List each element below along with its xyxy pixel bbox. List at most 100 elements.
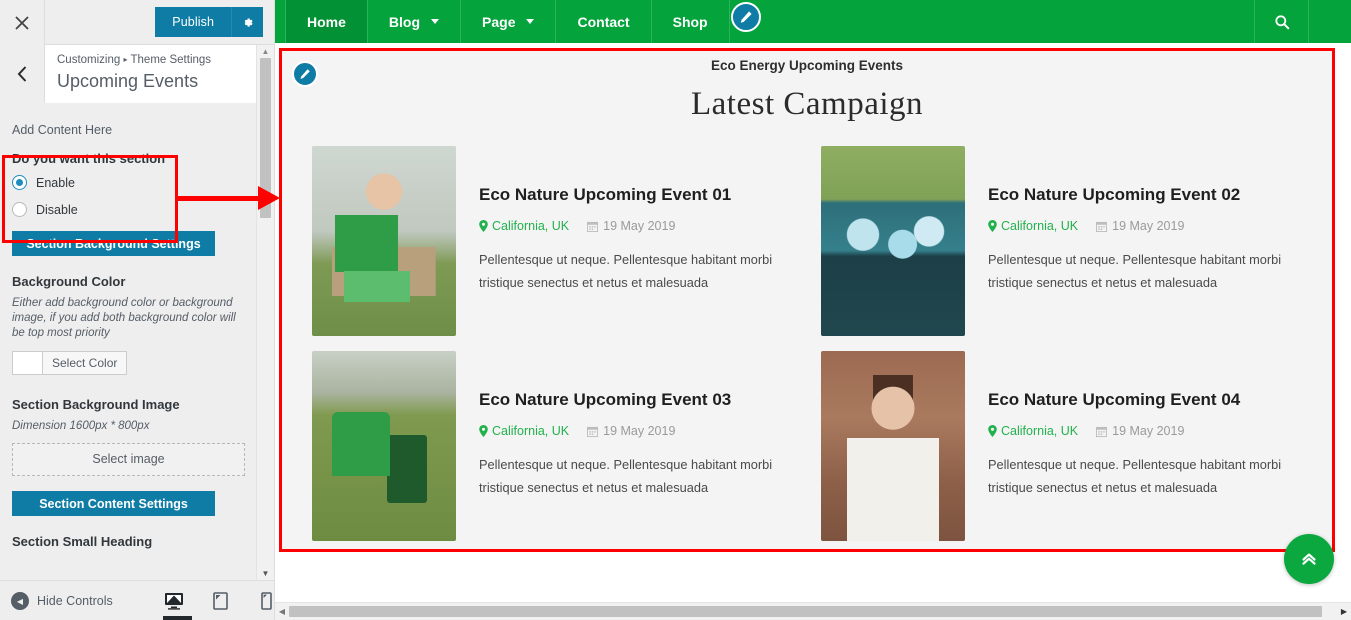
gear-icon[interactable]	[231, 7, 263, 37]
nav-item-contact[interactable]: Contact	[556, 0, 652, 43]
event-meta: California, UK 19 May 2019	[988, 424, 1302, 438]
scroll-up-icon[interactable]: ▲	[257, 45, 274, 58]
customizer-topbar: Publish	[0, 0, 274, 45]
event-card[interactable]: Eco Nature Upcoming Event 02 California,…	[821, 146, 1302, 336]
publish-group: Publish	[155, 7, 263, 37]
close-icon[interactable]	[0, 0, 45, 45]
event-title[interactable]: Eco Nature Upcoming Event 03	[479, 389, 793, 411]
section-small-heading: Eco Energy Upcoming Events	[710, 58, 904, 73]
customizer-panel: Publish Customizing ▸ Theme Settings Upc…	[0, 0, 275, 620]
desktop-icon[interactable]	[160, 587, 188, 615]
event-date: 19 May 2019	[587, 219, 675, 233]
scroll-down-icon[interactable]: ▼	[257, 567, 274, 580]
nav-item-page[interactable]: Page	[461, 0, 557, 43]
map-pin-icon	[988, 220, 997, 232]
calendar-icon	[1096, 221, 1108, 232]
nav-item-blog[interactable]: Blog	[368, 0, 462, 43]
background-image-dimension-note: Dimension 1600px * 800px	[12, 420, 150, 432]
customizer-section-header: Customizing ▸ Theme Settings Upcoming Ev…	[0, 45, 274, 103]
event-title[interactable]: Eco Nature Upcoming Event 04	[988, 389, 1302, 411]
breadcrumb-parent[interactable]: Theme Settings	[131, 54, 212, 66]
scroll-left-icon[interactable]: ◀	[275, 607, 289, 616]
site-preview: Home Blog Page Contact Shop Eco Energy U…	[275, 0, 1351, 620]
double-chevron-up-icon[interactable]	[1284, 534, 1334, 584]
search-icon[interactable]	[1254, 0, 1309, 43]
event-body: Eco Nature Upcoming Event 03 California,…	[479, 351, 793, 541]
radio-disable-label: Disable	[36, 202, 78, 217]
background-image-heading: Section Background Image	[12, 397, 180, 412]
hide-controls-button[interactable]: ◀ Hide Controls	[11, 592, 113, 610]
device-preview-switcher	[160, 587, 274, 615]
nav-left-spacer	[275, 0, 285, 43]
event-location: California, UK	[988, 219, 1078, 233]
pencil-edit-icon[interactable]	[731, 2, 761, 32]
radio-disable-indicator[interactable]	[12, 202, 27, 217]
event-card[interactable]: Eco Nature Upcoming Event 01 California,…	[312, 146, 793, 336]
section-toggle-field: Do you want this section Enable Disable	[0, 151, 257, 217]
select-color-button[interactable]: Select Color	[12, 351, 128, 375]
nav-item-home[interactable]: Home	[285, 0, 368, 43]
event-date-label: 19 May 2019	[603, 219, 676, 233]
tablet-icon[interactable]	[206, 587, 234, 615]
calendar-icon	[587, 221, 599, 232]
event-title[interactable]: Eco Nature Upcoming Event 02	[988, 184, 1302, 206]
upcoming-events-section: Eco Energy Upcoming Events Latest Campai…	[279, 48, 1335, 552]
nav-item-shop-label: Shop	[672, 13, 708, 30]
event-location-label: California, UK	[492, 219, 570, 233]
nav-item-page-label: Page	[482, 13, 516, 30]
event-location: California, UK	[988, 424, 1078, 438]
events-grid: Eco Nature Upcoming Event 01 California,…	[282, 123, 1332, 541]
event-image	[821, 351, 965, 541]
event-excerpt: Pellentesque ut neque. Pellentesque habi…	[479, 252, 773, 290]
panel-title-box: Customizing ▸ Theme Settings Upcoming Ev…	[45, 45, 257, 103]
event-meta: California, UK 19 May 2019	[479, 219, 793, 233]
event-date: 19 May 2019	[1096, 424, 1184, 438]
event-date: 19 May 2019	[1096, 219, 1184, 233]
customizer-scrollbar[interactable]: ▲ ▼	[256, 45, 274, 580]
radio-enable-indicator[interactable]	[12, 175, 27, 190]
event-date-label: 19 May 2019	[603, 424, 676, 438]
chevron-down-icon	[526, 19, 535, 24]
scroll-right-icon[interactable]: ▶	[1337, 607, 1351, 616]
scrollbar-thumb[interactable]	[260, 58, 271, 218]
hide-controls-label: Hide Controls	[37, 594, 113, 608]
customizer-footer: ◀ Hide Controls	[0, 580, 274, 620]
pencil-edit-icon[interactable]	[292, 61, 318, 87]
map-pin-icon	[988, 425, 997, 437]
nav-item-shop[interactable]: Shop	[652, 0, 730, 43]
nav-item-blog-label: Blog	[388, 13, 421, 30]
event-date-label: 19 May 2019	[1112, 424, 1185, 438]
event-date: 19 May 2019	[587, 424, 675, 438]
event-excerpt: Pellentesque ut neque. Pellentesque habi…	[988, 252, 1282, 290]
radio-enable[interactable]: Enable	[12, 175, 245, 190]
event-location-label: California, UK	[1001, 424, 1079, 438]
select-image-button[interactable]: Select image	[12, 443, 245, 476]
breadcrumb-separator-icon: ▸	[123, 55, 128, 64]
publish-button[interactable]: Publish	[155, 7, 231, 37]
event-meta: California, UK 19 May 2019	[988, 219, 1302, 233]
color-swatch[interactable]	[13, 352, 43, 374]
event-body: Eco Nature Upcoming Event 01 California,…	[479, 146, 793, 336]
event-location-label: California, UK	[1001, 219, 1079, 233]
section-background-settings-button[interactable]: Section Background Settings	[12, 231, 215, 256]
chevron-left-icon[interactable]	[0, 45, 45, 103]
event-card[interactable]: Eco Nature Upcoming Event 04 California,…	[821, 351, 1302, 541]
radio-disable[interactable]: Disable	[12, 202, 245, 217]
nav-right-spacer	[1309, 0, 1351, 43]
preview-horizontal-scrollbar[interactable]: ◀ ▶	[275, 602, 1351, 620]
chevron-down-icon	[431, 19, 440, 24]
customizer-controls: Add Content Here Do you want this sectio…	[0, 103, 257, 580]
mobile-icon[interactable]	[252, 587, 274, 615]
event-meta: California, UK 19 May 2019	[479, 424, 793, 438]
section-content-settings-button[interactable]: Section Content Settings	[12, 491, 215, 516]
event-title[interactable]: Eco Nature Upcoming Event 01	[479, 184, 793, 206]
event-card[interactable]: Eco Nature Upcoming Event 03 California,…	[312, 351, 793, 541]
event-excerpt: Pellentesque ut neque. Pellentesque habi…	[988, 457, 1282, 495]
active-device-underline	[163, 616, 192, 620]
add-content-label: Add Content Here	[12, 123, 113, 137]
hscrollbar-thumb[interactable]	[289, 606, 1322, 617]
calendar-icon	[587, 426, 599, 437]
section-big-heading: Latest Campaign	[690, 86, 924, 122]
breadcrumb-root[interactable]: Customizing	[57, 54, 120, 66]
map-pin-icon	[479, 425, 488, 437]
